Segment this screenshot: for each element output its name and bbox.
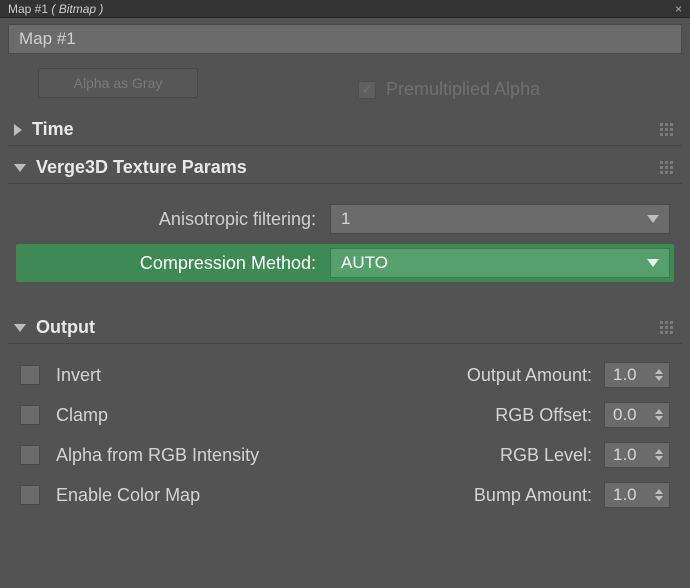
section-header-output[interactable]: Output [8, 312, 682, 344]
bitmap-params-partial: Alpha as Gray ✓ Premultiplied Alpha [8, 58, 682, 108]
drag-grip-icon[interactable] [660, 161, 674, 175]
premultiplied-alpha-label: Premultiplied Alpha [386, 79, 540, 100]
output-amount-spinner[interactable]: 1.0 [604, 362, 670, 388]
check-icon: ✓ [361, 81, 373, 98]
spinner-value: 1.0 [613, 485, 653, 505]
chevron-down-icon [647, 215, 659, 223]
invert-checkbox[interactable] [20, 365, 40, 385]
spinner-up-icon[interactable] [655, 489, 663, 494]
spinner-up-icon[interactable] [655, 449, 663, 454]
drag-grip-icon[interactable] [660, 321, 674, 335]
window-title: Map #1 ( Bitmap ) [8, 2, 103, 16]
compression-dropdown[interactable]: AUTO [330, 248, 670, 278]
clamp-label: Clamp [46, 405, 306, 426]
anisotropic-dropdown[interactable]: 1 [330, 204, 670, 234]
rgb-offset-label: RGB Offset: [306, 405, 604, 426]
rgb-level-spinner[interactable]: 1.0 [604, 442, 670, 468]
alpha-from-rgb-label: Alpha from RGB Intensity [46, 445, 306, 466]
spinner-value: 1.0 [613, 445, 653, 465]
spinner-value: 1.0 [613, 365, 653, 385]
section-header-time[interactable]: Time [8, 114, 682, 146]
titlebar[interactable]: Map #1 ( Bitmap ) × [0, 0, 690, 18]
spinner-down-icon[interactable] [655, 376, 663, 381]
map-editor-window: Map #1 ( Bitmap ) × Map #1 Alpha as Gray… [0, 0, 690, 588]
alpha-from-rgb-checkbox[interactable] [20, 445, 40, 465]
bump-amount-spinner[interactable]: 1.0 [604, 482, 670, 508]
output-amount-label: Output Amount: [306, 365, 604, 386]
enable-color-map-checkbox[interactable] [20, 485, 40, 505]
rgb-offset-spinner[interactable]: 0.0 [604, 402, 670, 428]
section-title: Time [32, 119, 74, 140]
spinner-value: 0.0 [613, 405, 653, 425]
spinner-up-icon[interactable] [655, 369, 663, 374]
dropdown-value: 1 [341, 209, 350, 229]
spinner-up-icon[interactable] [655, 409, 663, 414]
map-name-field[interactable]: Map #1 [8, 24, 682, 54]
chevron-down-icon [647, 259, 659, 267]
rollup-panel: Alpha as Gray ✓ Premultiplied Alpha Time… [0, 58, 690, 588]
bump-amount-label: Bump Amount: [306, 485, 604, 506]
compression-label: Compression Method: [20, 253, 330, 274]
dropdown-value: AUTO [341, 253, 388, 273]
chevron-down-icon [14, 164, 26, 172]
chevron-down-icon [14, 324, 26, 332]
enable-color-map-label: Enable Color Map [46, 485, 306, 506]
close-icon[interactable]: × [671, 2, 686, 16]
clamp-checkbox[interactable] [20, 405, 40, 425]
spinner-down-icon[interactable] [655, 416, 663, 421]
compression-method-row-highlight: Compression Method: AUTO [16, 244, 674, 282]
rgb-level-label: RGB Level: [306, 445, 604, 466]
chevron-right-icon [14, 124, 22, 136]
drag-grip-icon[interactable] [660, 123, 674, 137]
section-title: Verge3D Texture Params [36, 157, 247, 178]
alpha-as-gray-cutoff: Alpha as Gray [38, 68, 198, 98]
section-header-verge3d[interactable]: Verge3D Texture Params [8, 152, 682, 184]
premultiplied-alpha-checkbox: ✓ [358, 81, 376, 99]
spinner-down-icon[interactable] [655, 456, 663, 461]
section-title: Output [36, 317, 95, 338]
spinner-down-icon[interactable] [655, 496, 663, 501]
invert-label: Invert [46, 365, 306, 386]
anisotropic-label: Anisotropic filtering: [20, 209, 330, 230]
